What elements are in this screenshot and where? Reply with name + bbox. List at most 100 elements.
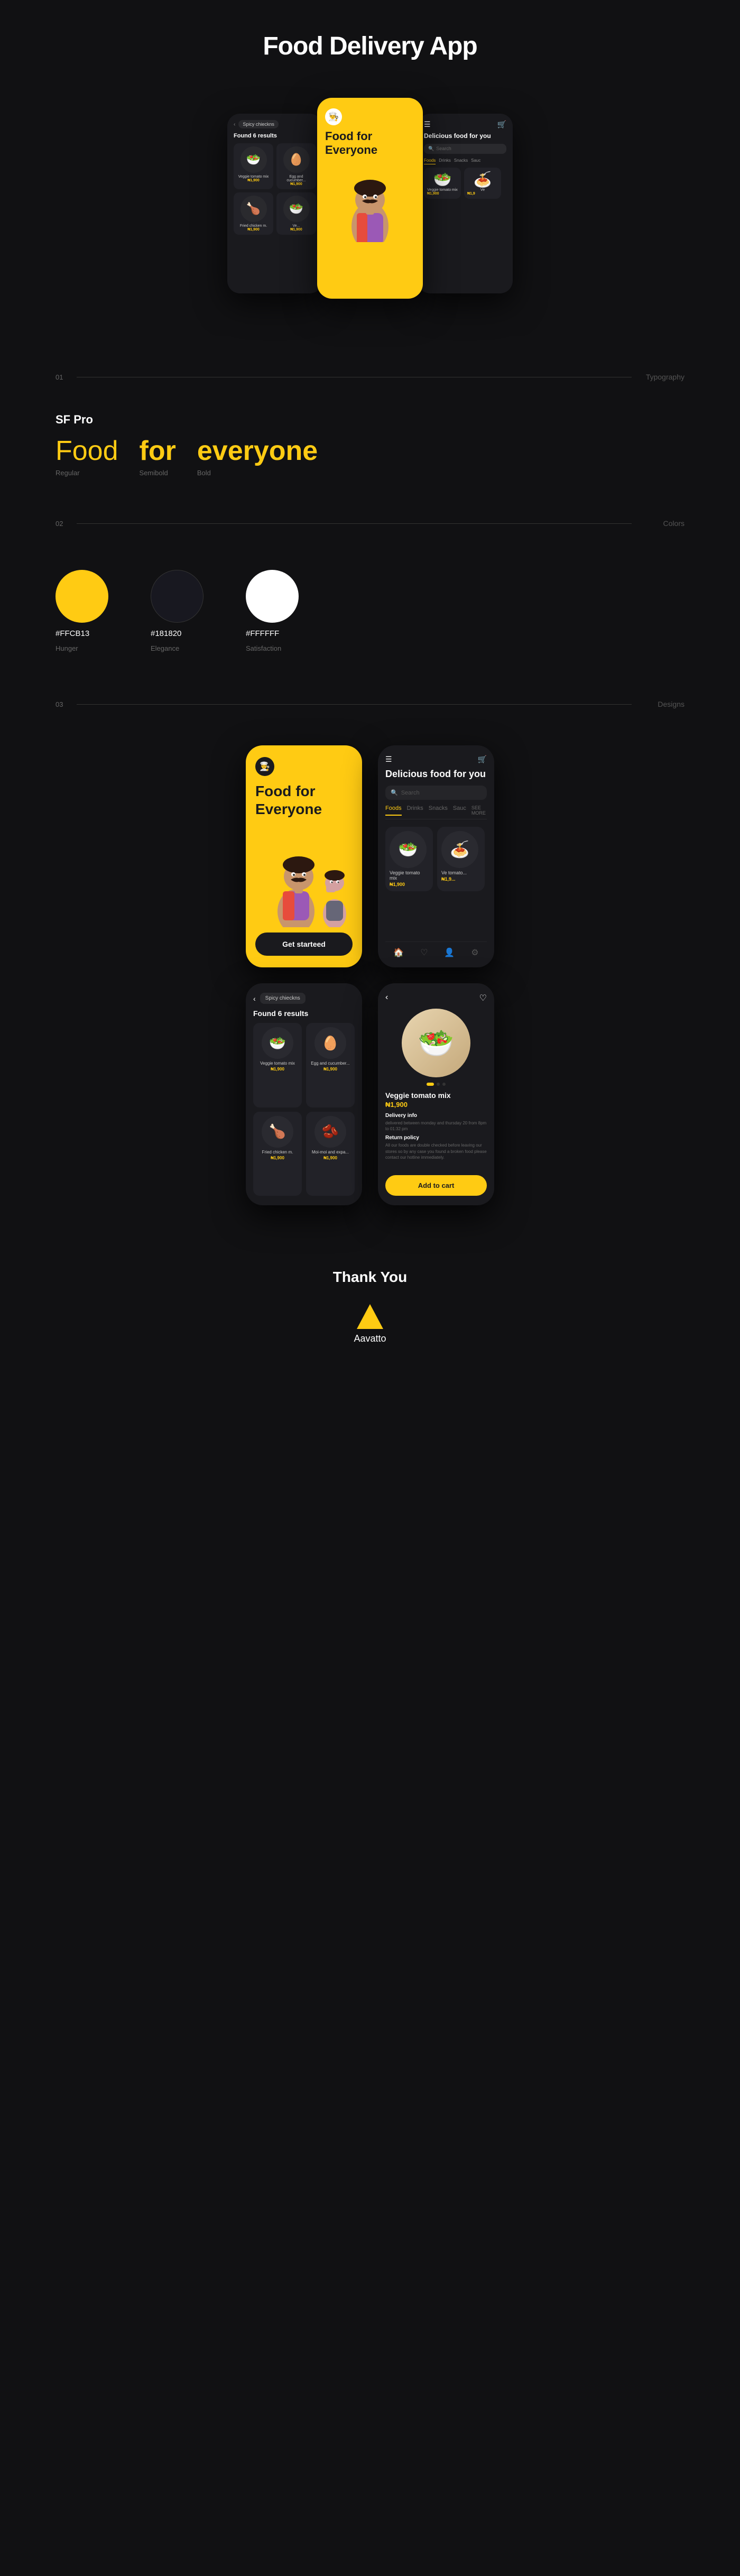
back-icon[interactable]: ‹ — [234, 122, 235, 127]
list-item[interactable]: 🍗 Fried chicken m. ₦1,900 — [234, 192, 273, 235]
color-hex-white: #FFFFFF — [246, 629, 279, 638]
chef-icon: 👨‍🍳 — [325, 108, 342, 125]
detail-phone: ‹ ♡ 🥗 Veggie tomato mix ₦1,900 Delivery … — [378, 983, 494, 1205]
search-chip[interactable]: Spicy chieckns — [260, 993, 306, 1004]
font-item-regular: Food Regular — [56, 437, 118, 477]
results-heading: Found 6 results — [253, 1009, 355, 1018]
food-price: ₦1,900 — [271, 1067, 284, 1072]
dot-2 — [437, 1083, 440, 1086]
list-item[interactable]: 🫘 Moi-moi and expa... ₦1,900 — [306, 1112, 355, 1196]
search-bar-small[interactable]: 🔍 Search — [424, 144, 506, 154]
dot-3 — [442, 1083, 446, 1086]
detail-food-name: Veggie tomato mix — [385, 1091, 487, 1100]
list-item[interactable]: 🍝 Ve tomato... ₦1,9... — [437, 827, 485, 891]
tab-snacks-dark[interactable]: Snacks — [429, 805, 448, 816]
tab-snacks[interactable]: Snacks — [454, 157, 468, 164]
designs-row-2: ‹ Spicy chieckns Found 6 results 🥗 Veggi… — [56, 983, 684, 1205]
list-item[interactable]: 🥗 Ve... ₦1,900 — [276, 192, 316, 235]
tab-drinks-dark[interactable]: Drinks — [407, 805, 423, 816]
typography-section: SF Pro Food Regular for Semibold everyon… — [56, 397, 684, 503]
see-more[interactable]: SEE MORE — [471, 805, 487, 816]
list-item[interactable]: 🥗 Veggie tomato mix ₦1,900 — [424, 168, 461, 199]
dark-food-row: 🥗 Veggie tomato mix ₦1,900 🍝 Ve tomato..… — [385, 827, 487, 891]
chef-badge: 👨‍🍳 — [255, 757, 274, 776]
section-label-03: Designs — [642, 700, 684, 708]
color-swatches: #FFCB13 Hunger #181820 Elegance #FFFFFF … — [56, 570, 684, 652]
chef-emoji: 👨‍🍳 — [328, 112, 339, 122]
section-divider-02: 02 Colors — [56, 509, 684, 538]
list-item[interactable]: 🍝 Ve ₦1,9 — [464, 168, 501, 199]
thank-you-text: Thank You — [333, 1269, 408, 1286]
back-arrow-detail[interactable]: ‹ — [385, 993, 388, 1003]
dark-search-bar[interactable]: 🔍 Search — [385, 786, 487, 800]
hamburger-icon-dark[interactable]: ☰ — [385, 755, 392, 764]
cart-icon-dark[interactable]: 🛒 — [478, 755, 487, 764]
food-name: Moi-moi and expa... — [312, 1150, 349, 1155]
tab-drinks[interactable]: Drinks — [439, 157, 451, 164]
detail-header: ‹ ♡ — [385, 993, 487, 1003]
hero-character — [328, 158, 412, 242]
page-header: Food Delivery App — [0, 0, 740, 82]
food-name: Fried chicken m. — [262, 1150, 293, 1155]
heart-icon-detail[interactable]: ♡ — [479, 993, 487, 1003]
hamburger-icon[interactable]: ☰ — [424, 120, 431, 129]
food-image: 🥗 — [262, 1027, 293, 1059]
cart-icon[interactable]: 🛒 — [497, 120, 506, 129]
list-item[interactable]: 🥚 Egg and cucumber... ₦1,900 — [306, 1023, 355, 1107]
color-hex-dark: #181820 — [151, 629, 181, 638]
font-word-food: Food — [56, 437, 118, 465]
right-phone: ☰ 🛒 Delicious food for you 🔍 Search Food… — [418, 114, 513, 293]
food-price: ₦1,900 — [390, 882, 429, 887]
home-phone: ☰ 🛒 Delicious food for you 🔍 Search Food… — [378, 745, 494, 967]
food-items-row: 🥗 Veggie tomato mix ₦1,900 🍝 Ve ₦1,9 — [424, 168, 506, 199]
color-swatch-yellow: #FFCB13 Hunger — [56, 570, 108, 652]
color-name-white: Satisfaction — [246, 644, 281, 652]
list-item[interactable]: 🥗 Veggie tomato mix ₦1,900 — [385, 827, 433, 891]
list-item[interactable]: 🥚 Egg and cucumber... ₦1,900 — [276, 143, 316, 189]
color-swatch-dark: #181820 Elegance — [151, 570, 204, 652]
logo: Aavatto — [354, 1301, 386, 1344]
section-divider-03: 03 Designs — [56, 689, 684, 719]
font-item-semibold: for Semibold — [140, 437, 176, 477]
search-tag: Spicy chieckns — [238, 120, 279, 128]
list-item[interactable]: 🍗 Fried chicken m. ₦1,900 — [253, 1112, 302, 1196]
mockup-container: ‹ Spicy chieckns Found 6 results 🥗 Veggi… — [185, 87, 555, 330]
food-emoji: 🥗 — [427, 171, 458, 188]
back-arrow-icon[interactable]: ‹ — [253, 994, 256, 1003]
font-style-regular: Regular — [56, 469, 118, 477]
nav-user-icon[interactable]: 👤 — [444, 947, 455, 958]
food-name: Egg and cucumber... — [311, 1061, 349, 1066]
section-number-02: 02 — [56, 520, 66, 528]
color-circle-white — [246, 570, 299, 623]
food-image: 🍗 — [262, 1116, 293, 1148]
search-food-grid: 🥗 Veggie tomato mix ₦1,900 🥚 Egg and cuc… — [253, 1023, 355, 1196]
font-showcase: Food Regular for Semibold everyone Bold — [56, 437, 684, 477]
left-phone-header: ‹ Spicy chieckns — [234, 120, 316, 128]
tab-sauces-dark[interactable]: Sauc — [453, 805, 466, 816]
add-to-cart-button[interactable]: Add to cart — [385, 1175, 487, 1196]
category-tabs: Foods Drinks Snacks Sauc — [424, 157, 506, 164]
detail-price: ₦1,900 — [385, 1101, 487, 1109]
divider-line-02 — [77, 523, 632, 524]
character-illustration — [256, 832, 352, 927]
return-policy-text: All our foods are double checked before … — [385, 1142, 487, 1160]
nav-settings-icon[interactable]: ⚙ — [471, 947, 478, 958]
list-item[interactable]: 🥗 Veggie tomato mix ₦1,900 — [234, 143, 273, 189]
tab-sauces[interactable]: Sauc — [471, 157, 480, 164]
tab-foods[interactable]: Foods — [424, 157, 436, 164]
color-circle-dark — [151, 570, 204, 623]
yellow-phone-title: Food for Everyone — [255, 782, 353, 818]
dark-phone-nav: 🏠 ♡ 👤 ⚙ — [385, 941, 487, 958]
right-phone-title: Delicious food for you — [424, 132, 506, 141]
food-grid: 🥗 Veggie tomato mix ₦1,900 🥚 Egg and cuc… — [234, 143, 316, 235]
divider-line-03 — [77, 704, 632, 705]
nav-heart-icon[interactable]: ♡ — [420, 947, 428, 958]
color-hex-yellow: #FFCB13 — [56, 629, 89, 638]
list-item[interactable]: 🥗 Veggie tomato mix ₦1,900 — [253, 1023, 302, 1107]
hero-section: ‹ Spicy chieckns Found 6 results 🥗 Veggi… — [0, 82, 740, 357]
section-label-01: Typography — [642, 373, 684, 381]
tab-foods-dark[interactable]: Foods — [385, 805, 402, 816]
nav-home-icon[interactable]: 🏠 — [393, 947, 404, 958]
color-circle-yellow — [56, 570, 108, 623]
get-started-button[interactable]: Get starteed — [255, 932, 353, 956]
